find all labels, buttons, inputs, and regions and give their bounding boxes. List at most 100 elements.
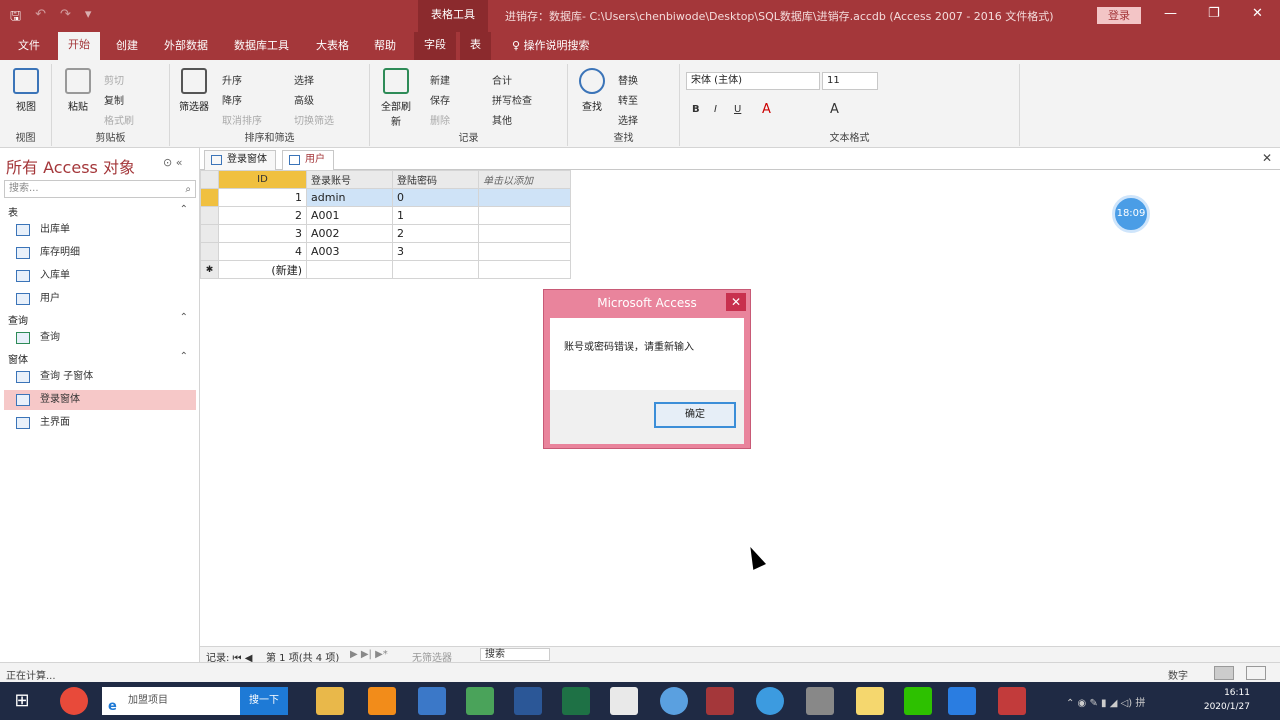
app-window-icon[interactable]	[610, 687, 638, 715]
tool-app-icon[interactable]	[806, 687, 834, 715]
sublime-icon[interactable]	[368, 687, 396, 715]
row-selector[interactable]	[200, 242, 219, 261]
nav-item-table[interactable]: 入库单	[4, 266, 196, 286]
table-row[interactable]: 1 admin 0	[200, 188, 571, 207]
column-header[interactable]: ID	[218, 170, 307, 189]
excel-icon[interactable]	[562, 687, 590, 715]
table-row[interactable]: 2 A001 1	[200, 206, 571, 225]
cell-new[interactable]: (新建)	[218, 260, 307, 279]
cell-empty[interactable]	[478, 188, 571, 207]
bold-button[interactable]: B	[692, 104, 700, 115]
cell-id[interactable]: 1	[218, 188, 307, 207]
browser-icon[interactable]	[756, 687, 784, 715]
cloud-app-icon[interactable]	[660, 687, 688, 715]
save-icon[interactable]: 🖫	[10, 7, 21, 29]
format-painter-button[interactable]: 格式刷	[104, 112, 134, 127]
tab-fields[interactable]: 字段	[414, 32, 456, 60]
search-icon[interactable]: ⌕	[185, 182, 191, 198]
record-search-input[interactable]: 搜索	[480, 648, 550, 661]
cell-account[interactable]: admin	[306, 188, 393, 207]
datasheet-view-icon[interactable]	[1214, 666, 1234, 680]
python-icon[interactable]	[418, 687, 446, 715]
app-red-icon[interactable]	[998, 687, 1026, 715]
remove-sort-button[interactable]: 取消排序	[222, 112, 262, 127]
italic-button[interactable]: I	[714, 104, 717, 115]
taskbar-search-input[interactable]: e 加盟项目	[102, 687, 240, 715]
tab-file[interactable]: 文件	[14, 37, 44, 53]
nav-item-form[interactable]: 主界面	[4, 413, 196, 433]
underline-button[interactable]: U	[734, 104, 741, 115]
nav-item-form[interactable]: 查询 子窗体	[4, 367, 196, 387]
copy-button[interactable]: 复制	[104, 92, 124, 107]
cell-empty[interactable]	[478, 224, 571, 243]
cell-account[interactable]: A002	[306, 224, 393, 243]
taskbar-clock[interactable]: 16:11 2020/1/27	[1204, 686, 1250, 714]
record-nav-next[interactable]: ▶ ▶| ▶*	[350, 649, 388, 660]
delete-record-button[interactable]: 删除	[430, 112, 450, 127]
fill-color-icon[interactable]: A	[830, 102, 839, 117]
cell-account[interactable]: A001	[306, 206, 393, 225]
close-button[interactable]: ✕	[1252, 6, 1263, 21]
nav-item-form-selected[interactable]: 登录窗体	[4, 390, 196, 410]
table-row[interactable]: 3 A002 2	[200, 224, 571, 243]
select-button[interactable]: 选择	[618, 112, 638, 127]
find-button[interactable]: 查找	[574, 68, 610, 113]
cut-button[interactable]: 剪切	[104, 72, 124, 87]
app-360-icon[interactable]	[60, 687, 88, 715]
nav-item-table[interactable]: 出库单	[4, 220, 196, 240]
tab-external-data[interactable]: 外部数据	[160, 37, 212, 53]
font-color-icon[interactable]: A	[762, 102, 771, 117]
wechat-icon[interactable]	[904, 687, 932, 715]
row-selector[interactable]	[200, 206, 219, 225]
column-header[interactable]: 登录账号	[306, 170, 393, 189]
close-document-icon[interactable]: ✕	[1262, 151, 1272, 165]
selection-button[interactable]: 选择	[294, 72, 314, 87]
refresh-all-button[interactable]: 全部刷新	[378, 68, 414, 128]
new-record-button[interactable]: 新建	[430, 72, 450, 87]
floating-timer-bubble[interactable]: 18:09	[1112, 195, 1150, 233]
cell-empty[interactable]	[478, 206, 571, 225]
view-button[interactable]: 视图	[8, 68, 44, 113]
cell-password[interactable]: 3	[392, 242, 479, 261]
column-header[interactable]: 登陆密码	[392, 170, 479, 189]
column-header[interactable]: 单击以添加	[478, 170, 571, 189]
section-queries[interactable]: 查询 ⌃	[8, 312, 192, 327]
toggle-filter-button[interactable]: 切换筛选	[294, 112, 334, 127]
descending-button[interactable]: 降序	[222, 92, 242, 107]
ascending-button[interactable]: 升序	[222, 72, 242, 87]
taskbar-search-button[interactable]: 搜一下	[240, 687, 288, 715]
cell-id[interactable]: 4	[218, 242, 307, 261]
more-button[interactable]: 其他	[492, 112, 512, 127]
tab-table[interactable]: 表	[460, 32, 491, 60]
tell-me-search[interactable]: ♀ 操作说明搜索	[508, 37, 594, 53]
cell-empty[interactable]	[478, 260, 571, 279]
font-size-combo[interactable]: 11	[822, 72, 878, 90]
spelling-button[interactable]: 拼写检查	[492, 92, 532, 107]
nav-item-table[interactable]: 库存明细	[4, 243, 196, 263]
word-icon[interactable]	[514, 687, 542, 715]
navpane-header[interactable]: 所有 Access 对象	[6, 154, 135, 178]
design-view-icon[interactable]	[1246, 666, 1266, 680]
photos-icon[interactable]	[466, 687, 494, 715]
paste-button[interactable]: 粘贴	[60, 68, 96, 113]
font-name-combo[interactable]: 宋体 (主体)	[686, 72, 820, 90]
cell-password[interactable]: 0	[392, 188, 479, 207]
cell-account[interactable]: A003	[306, 242, 393, 261]
select-all-cell[interactable]	[200, 170, 219, 189]
tab-big-table[interactable]: 大表格	[312, 37, 353, 53]
tab-help[interactable]: 帮助	[370, 37, 400, 53]
restore-button[interactable]: ❐	[1208, 6, 1220, 21]
access-icon[interactable]	[706, 687, 734, 715]
totals-button[interactable]: 合计	[492, 72, 512, 87]
tab-create[interactable]: 创建	[112, 37, 142, 53]
row-selector[interactable]	[200, 224, 219, 243]
wps-icon[interactable]	[948, 687, 976, 715]
replace-button[interactable]: 替换	[618, 72, 638, 87]
folder-app-icon[interactable]	[856, 687, 884, 715]
undo-icon[interactable]: ↶	[35, 7, 46, 29]
cell-empty[interactable]	[392, 260, 479, 279]
cell-empty[interactable]	[478, 242, 571, 261]
cell-empty[interactable]	[306, 260, 393, 279]
advanced-button[interactable]: 高级	[294, 92, 314, 107]
system-tray-icons[interactable]: ⌃ ◉ ✎ ▮ ◢ ◁) 拼	[1066, 694, 1145, 709]
